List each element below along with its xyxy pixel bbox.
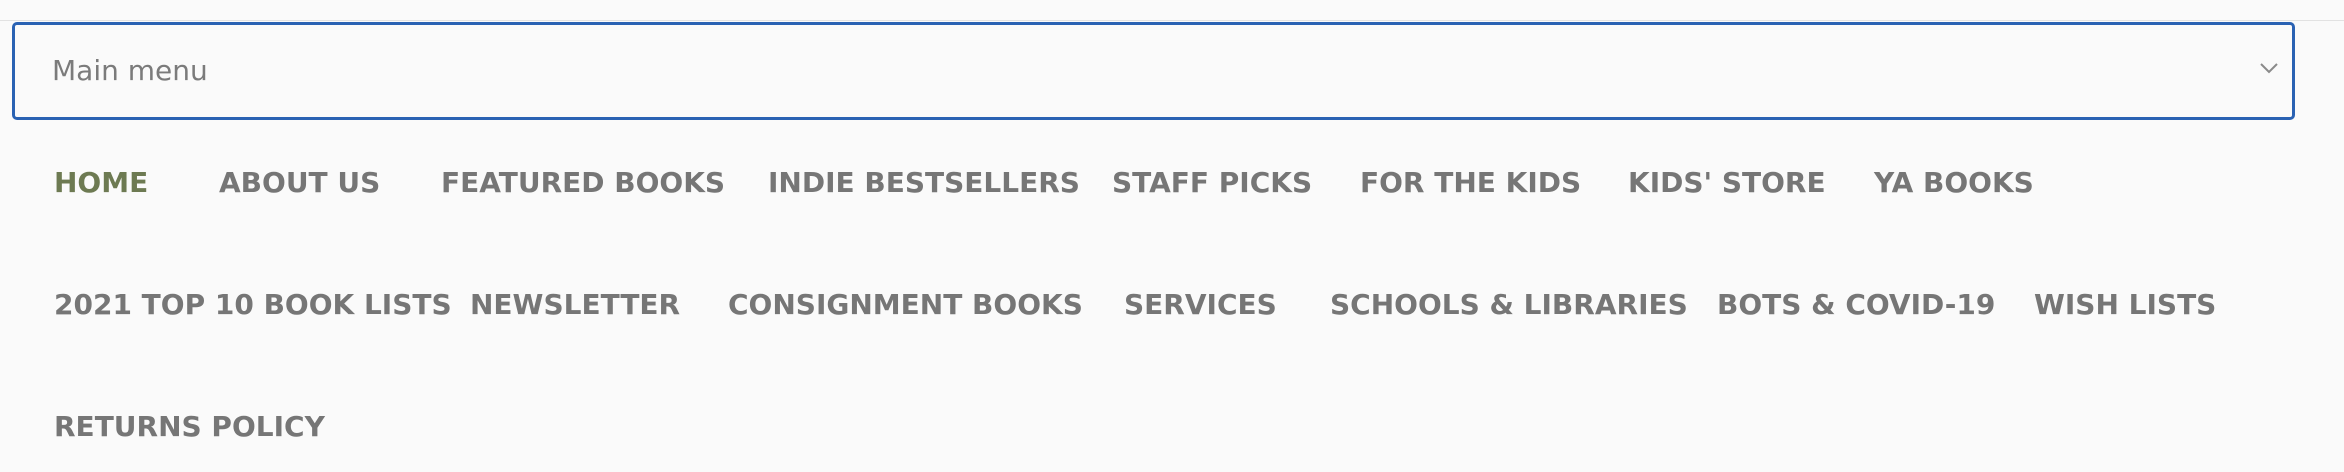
main-menu-select[interactable]: Main menu <box>12 22 2295 120</box>
nav-link-featured-books[interactable]: FEATURED BOOKS <box>441 153 725 213</box>
nav-link-services[interactable]: SERVICES <box>1124 275 1277 335</box>
nav-link-returns-policy[interactable]: RETURNS POLICY <box>54 397 325 457</box>
nav-link-for-the-kids[interactable]: FOR THE KIDS <box>1360 153 1581 213</box>
nav-link-wish-lists[interactable]: WISH LISTS <box>2034 275 2216 335</box>
nav-link-about-us[interactable]: ABOUT US <box>219 153 380 213</box>
nav-link-consignment-books[interactable]: CONSIGNMENT BOOKS <box>728 275 1083 335</box>
chevron-down-icon <box>2260 63 2278 74</box>
main-menu-label: Main menu <box>52 54 208 87</box>
top-divider <box>0 20 2344 21</box>
nav-link-newsletter[interactable]: NEWSLETTER <box>470 275 680 335</box>
nav-row-3: RETURNS POLICY <box>0 397 2344 457</box>
nav-link-2021-top-10-book-lists[interactable]: 2021 TOP 10 BOOK LISTS <box>54 275 452 335</box>
nav-link-kids-store[interactable]: KIDS' STORE <box>1628 153 1826 213</box>
nav-link-home[interactable]: HOME <box>54 153 148 213</box>
nav-link-indie-bestsellers[interactable]: INDIE BESTSELLERS <box>768 153 1080 213</box>
nav-link-ya-books[interactable]: YA BOOKS <box>1874 153 2034 213</box>
nav-link-schools-libraries[interactable]: SCHOOLS & LIBRARIES <box>1330 275 1688 335</box>
nav-link-bots-covid-19[interactable]: BOTS & COVID-19 <box>1717 275 1995 335</box>
nav-row-1: HOME ABOUT US FEATURED BOOKS INDIE BESTS… <box>0 153 2344 213</box>
nav-row-2: 2021 TOP 10 BOOK LISTS NEWSLETTER CONSIG… <box>0 275 2344 335</box>
nav-link-staff-picks[interactable]: STAFF PICKS <box>1112 153 1312 213</box>
